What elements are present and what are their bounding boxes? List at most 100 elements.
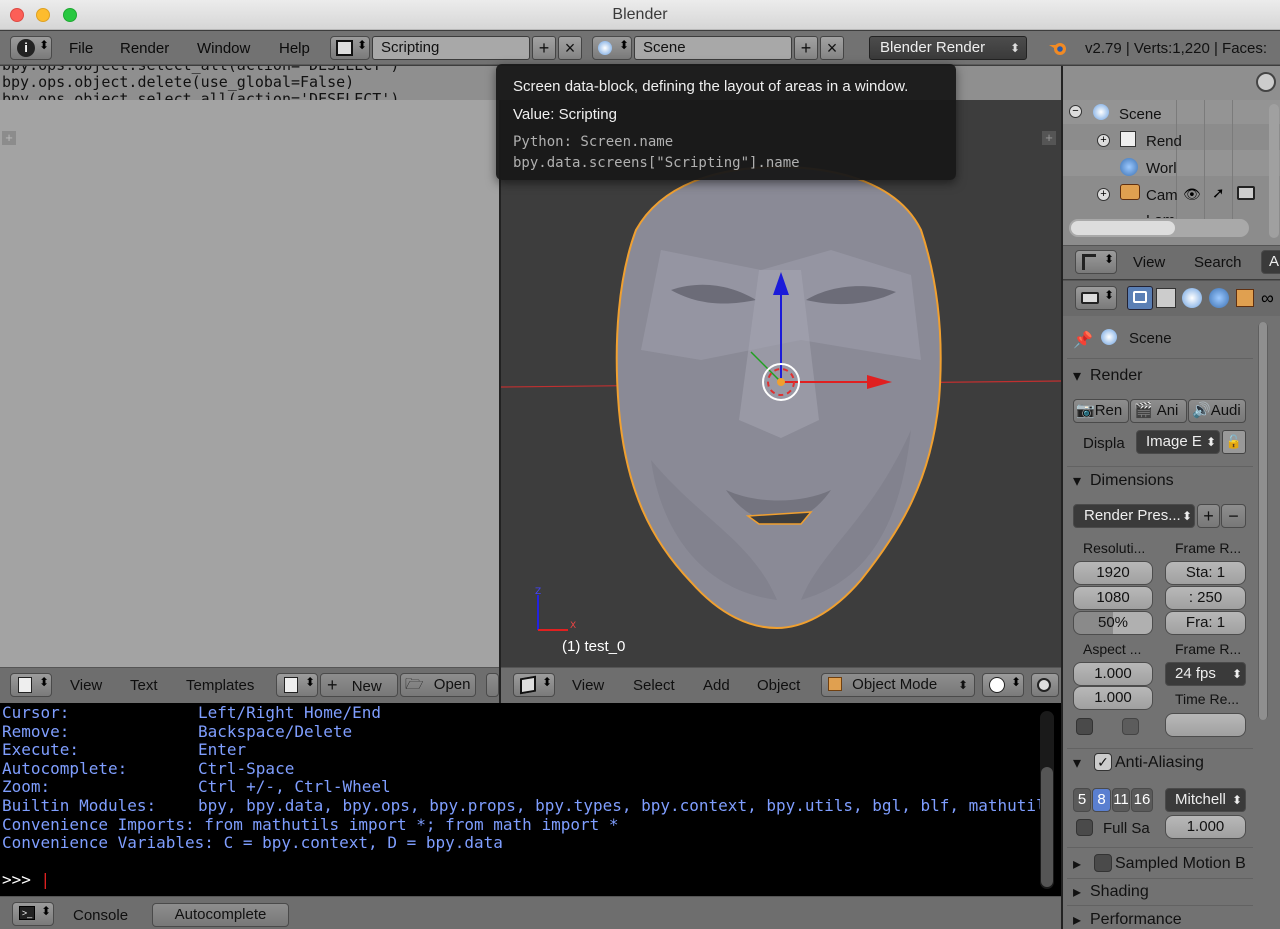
tab-render-layers[interactable] <box>1156 288 1176 308</box>
frame-end-field[interactable]: : 250 <box>1165 586 1246 610</box>
render-button[interactable]: 📷Ren <box>1073 399 1129 423</box>
autocomplete-button[interactable]: Autocomplete <box>152 903 289 927</box>
outliner-scroll-thumb[interactable] <box>1071 221 1175 235</box>
line-numbers-toggle[interactable] <box>486 673 499 697</box>
motion-blur-checkbox[interactable] <box>1094 854 1112 872</box>
expand-icon[interactable]: + <box>1097 134 1110 147</box>
outliner-hscrollbar[interactable] <box>1069 219 1249 237</box>
open-text-button[interactable]: 🗁 Open <box>400 673 476 697</box>
viewport-shading-button[interactable]: ⬍ <box>982 673 1024 697</box>
python-console[interactable]: Cursor: Left/Right Home/End Remove: Back… <box>0 703 1061 896</box>
editor-type-button[interactable]: ⬍ <box>1075 250 1117 274</box>
scroll-toggle-icon[interactable] <box>1256 72 1276 92</box>
time-remap-field[interactable] <box>1165 713 1246 737</box>
screen-browse-button[interactable]: ⬍ <box>330 36 370 60</box>
tab-scene[interactable] <box>1182 288 1202 308</box>
display-mode-select[interactable]: A <box>1261 250 1280 274</box>
text-editor-area[interactable]: + <box>0 100 499 667</box>
aspect-x-field[interactable]: 1.000 <box>1073 662 1153 686</box>
properties-scrollbar[interactable] <box>1258 322 1268 720</box>
anti-aliasing-checkbox[interactable]: ✓ <box>1094 753 1112 771</box>
menu-view[interactable]: View <box>70 677 102 694</box>
crop-checkbox[interactable] <box>1122 718 1139 735</box>
remove-preset-button[interactable]: − <box>1221 504 1246 528</box>
resolution-percent-slider[interactable]: 50% <box>1073 611 1153 635</box>
aa-samples-8[interactable]: 8 <box>1092 788 1111 812</box>
anti-aliasing-panel-header[interactable]: ▾ ✓ Anti-Aliasing <box>1063 753 1253 779</box>
motion-blur-panel-header[interactable]: ▸ Sampled Motion B <box>1063 854 1253 880</box>
aa-samples-16[interactable]: 16 <box>1131 788 1153 812</box>
menu-search[interactable]: Search <box>1194 254 1242 271</box>
outliner-item-lamp[interactable]: Lam <box>1146 212 1175 218</box>
menu-add[interactable]: Add <box>703 677 730 694</box>
menu-help[interactable]: Help <box>279 40 310 57</box>
menu-window[interactable]: Window <box>197 40 250 57</box>
menu-render[interactable]: Render <box>120 40 169 57</box>
menu-view[interactable]: View <box>572 677 604 694</box>
eye-icon[interactable]: 👁 <box>1183 186 1201 203</box>
console-scrollbar[interactable] <box>1040 711 1054 889</box>
aa-filter-select[interactable]: Mitchell ⬍ <box>1165 788 1246 812</box>
expand-icon[interactable]: + <box>1097 188 1110 201</box>
outliner[interactable]: − Scene + Rend Worl + Cam 👁 ➚ Lam <box>1063 100 1280 245</box>
editor-type-button[interactable]: i ⬍ <box>10 36 52 60</box>
pin-icon[interactable]: 📌 <box>1073 330 1093 350</box>
animation-button[interactable]: 🎬 Ani <box>1130 399 1187 423</box>
screen-name-field[interactable]: Scripting <box>372 36 530 60</box>
maximize-window-button[interactable] <box>63 8 77 22</box>
resolution-x-field[interactable]: 1920 <box>1073 561 1153 585</box>
text-browse-button[interactable]: ⬍ <box>276 673 318 697</box>
tab-constraints[interactable]: ∞ <box>1261 288 1274 309</box>
tab-world[interactable] <box>1209 288 1229 308</box>
editor-type-button[interactable]: ⬍ <box>1075 286 1117 310</box>
render-engine-select[interactable]: Blender Render ⬍ <box>869 36 1027 60</box>
dimensions-panel-header[interactable]: ▾ Dimensions <box>1063 471 1253 497</box>
outliner-vscrollbar[interactable] <box>1269 104 1279 238</box>
outliner-item-scene[interactable]: Scene <box>1119 106 1162 123</box>
add-scene-button[interactable]: + <box>794 36 818 60</box>
resolution-y-field[interactable]: 1080 <box>1073 586 1153 610</box>
aa-samples-11[interactable]: 11 <box>1112 788 1130 812</box>
add-region-icon[interactable]: + <box>2 131 16 145</box>
close-window-button[interactable] <box>10 8 24 22</box>
add-region-icon[interactable]: + <box>1042 131 1056 145</box>
editor-type-button[interactable]: >_ ⬍ <box>12 902 54 926</box>
object-mode-select[interactable]: Object Mode ⬍ <box>821 673 975 697</box>
outliner-item-renderlayers[interactable]: Rend <box>1146 133 1182 150</box>
menu-object[interactable]: Object <box>757 677 800 694</box>
add-screen-button[interactable]: + <box>532 36 556 60</box>
aspect-y-field[interactable]: 1.000 <box>1073 686 1153 710</box>
delete-scene-button[interactable]: × <box>820 36 844 60</box>
editor-type-button[interactable]: ⬍ <box>10 673 52 697</box>
border-checkbox[interactable] <box>1076 718 1093 735</box>
menu-file[interactable]: File <box>69 40 93 57</box>
aa-samples-5[interactable]: 5 <box>1073 788 1091 812</box>
lock-icon[interactable]: 🔓 <box>1222 430 1246 454</box>
outliner-item-world[interactable]: Worl <box>1146 160 1177 177</box>
performance-panel-header[interactable]: ▸ Performance <box>1063 910 1253 929</box>
menu-templates[interactable]: Templates <box>186 677 254 694</box>
display-select[interactable]: Image E ⬍ <box>1136 430 1220 454</box>
scene-browse-button[interactable]: ⬍ <box>592 36 632 60</box>
full-sample-checkbox[interactable] <box>1076 819 1093 836</box>
scene-name-field[interactable]: Scene <box>634 36 792 60</box>
menu-view[interactable]: View <box>1133 254 1165 271</box>
menu-console[interactable]: Console <box>73 907 128 924</box>
outliner-item-camera[interactable]: Cam <box>1146 187 1178 204</box>
editor-type-button[interactable]: ⬍ <box>513 673 555 697</box>
new-text-button[interactable]: + New <box>320 673 398 697</box>
frame-start-field[interactable]: Sta: 1 <box>1165 561 1246 585</box>
delete-screen-button[interactable]: × <box>558 36 582 60</box>
minimize-window-button[interactable] <box>36 8 50 22</box>
render-camera-icon[interactable] <box>1237 186 1255 200</box>
render-panel-header[interactable]: ▾ Render <box>1063 366 1253 392</box>
frame-rate-select[interactable]: 24 fps ⬍ <box>1165 662 1246 686</box>
render-presets-select[interactable]: Render Pres... ⬍ <box>1073 504 1195 528</box>
3d-viewport[interactable]: Z X (1) test_0 + <box>501 100 1061 667</box>
menu-text[interactable]: Text <box>130 677 158 694</box>
add-preset-button[interactable]: + <box>1197 504 1220 528</box>
pivot-point-button[interactable] <box>1031 673 1059 697</box>
audio-button[interactable]: 🔊Audi <box>1188 399 1246 423</box>
cursor-select-icon[interactable]: ➚ <box>1212 184 1225 202</box>
frame-step-field[interactable]: Fra: 1 <box>1165 611 1246 635</box>
